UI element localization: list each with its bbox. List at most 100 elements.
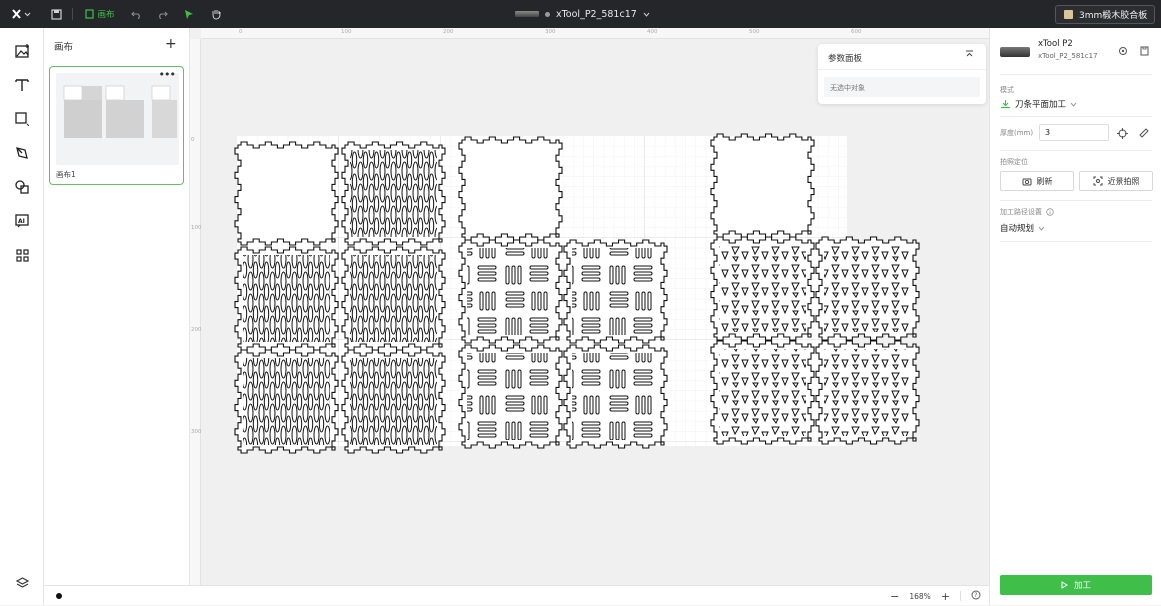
ai-tool[interactable]: AI xyxy=(12,211,32,231)
zoom-value[interactable]: 168% xyxy=(909,592,930,601)
canvas-tab[interactable]: 画布 xyxy=(80,0,120,28)
shape-tool[interactable] xyxy=(12,109,32,129)
page-card[interactable]: ••• 画布1 xyxy=(49,66,184,185)
tile-pattern xyxy=(243,255,330,342)
document-title-dropdown[interactable]: xTool_P2_581c17 xyxy=(515,0,650,28)
params-panel-title: 参数面板 xyxy=(828,54,863,64)
panel-divider xyxy=(1000,116,1152,117)
design-canvas[interactable] xyxy=(190,28,989,585)
xtool-logo-menu[interactable] xyxy=(8,0,36,28)
ruler-tick: 100 xyxy=(191,225,202,231)
document-title: xTool_P2_581c17 xyxy=(556,8,637,20)
closeup-label: 近景拍照 xyxy=(1107,176,1140,186)
puzzle-tile[interactable] xyxy=(458,136,563,241)
pages-panel: 画布 + ••• 画布1 xyxy=(44,28,190,605)
path-dropdown[interactable]: 自动规划 xyxy=(1000,222,1045,234)
collapse-params-button[interactable] xyxy=(965,50,974,62)
zoom-out-button[interactable]: − xyxy=(890,590,899,603)
params-empty-state: 无选中对象 xyxy=(824,77,980,97)
tile-pattern xyxy=(719,245,806,332)
layers-icon xyxy=(15,577,29,588)
tile-pattern xyxy=(824,245,911,332)
square-icon xyxy=(15,112,29,126)
page-name: 画布1 xyxy=(56,170,76,179)
process-button[interactable]: 加工 xyxy=(1000,575,1152,595)
ruler-left: 0 100 200 300 xyxy=(190,39,202,585)
add-page-button[interactable]: + xyxy=(165,36,177,52)
layers-button[interactable] xyxy=(12,573,32,593)
material-label: 3mm椴木胶合板 xyxy=(1079,11,1148,21)
ruler-tick: 300 xyxy=(191,429,202,435)
text-icon xyxy=(15,79,29,91)
top-bar: 画布 xTool_P2_581c17 3mm椴木胶合板 xyxy=(0,0,1161,28)
collapse-up-icon xyxy=(966,50,973,57)
image-tool[interactable] xyxy=(12,41,32,61)
xtool-logo-icon xyxy=(12,9,31,19)
device-thumbnail xyxy=(515,11,539,17)
save-icon[interactable] xyxy=(48,0,64,28)
tile-pattern xyxy=(350,358,437,445)
text-tool[interactable] xyxy=(12,75,32,95)
puzzle-tile[interactable] xyxy=(234,141,339,246)
focus-icon xyxy=(1093,176,1102,186)
apps-tool[interactable] xyxy=(12,245,32,265)
pages-panel-title: 画布 xyxy=(54,42,74,53)
zoom-in-button[interactable]: + xyxy=(941,590,950,603)
ruler-button[interactable] xyxy=(1138,127,1150,139)
element-tool[interactable] xyxy=(12,177,32,197)
zoom-control: − 168% + ? xyxy=(890,586,981,606)
closeup-photo-button[interactable]: 近景拍照 xyxy=(1079,171,1153,191)
chevron-down-icon xyxy=(643,12,650,17)
canvas-tab-label: 画布 xyxy=(97,10,115,20)
ruler-tick: 200 xyxy=(191,327,202,333)
canvas-workspace[interactable] xyxy=(190,28,989,585)
pen-icon xyxy=(16,147,28,159)
thickness-input[interactable]: 3 xyxy=(1039,124,1109,141)
info-icon[interactable] xyxy=(1046,208,1054,216)
panel-divider xyxy=(1000,200,1152,201)
ruler-icon xyxy=(1139,128,1149,138)
tile-pattern xyxy=(467,248,554,335)
path-settings-label: 加工路径设置 xyxy=(1000,208,1042,216)
material-swatch xyxy=(1064,10,1073,19)
cursor-icon[interactable] xyxy=(181,0,197,28)
ai-icon: AI xyxy=(15,214,29,228)
page-thumbnail xyxy=(56,73,179,165)
device-id: xTool_P2_581c17 xyxy=(1038,52,1098,60)
document-icon xyxy=(85,9,95,19)
tile-pattern xyxy=(350,255,437,342)
crosshair-icon xyxy=(1116,127,1128,139)
camera-icon xyxy=(1022,178,1031,185)
bottom-divider xyxy=(960,591,961,601)
redo-icon[interactable] xyxy=(154,0,170,28)
tile-pattern xyxy=(572,353,659,440)
chevron-down-icon xyxy=(1070,102,1077,107)
device-settings-button[interactable] xyxy=(1117,45,1129,57)
document-icon xyxy=(1140,46,1148,56)
connection-status-dot xyxy=(545,11,550,17)
pen-tool[interactable] xyxy=(12,143,32,163)
status-indicator xyxy=(56,593,62,599)
panel-divider xyxy=(1000,241,1152,242)
ruler-top: 0 100 200 300 400 500 600 xyxy=(201,28,989,39)
page-more-menu[interactable]: ••• xyxy=(159,68,176,81)
path-settings-label-row: 加工路径设置 xyxy=(1000,207,1054,217)
process-label: 加工 xyxy=(1073,581,1091,591)
mode-value: 刀条平面加工 xyxy=(1015,100,1067,110)
ruler-tick: 0 xyxy=(191,137,195,143)
ruler-tick: 500 xyxy=(749,29,760,35)
help-button[interactable]: ? xyxy=(971,590,981,602)
hand-icon[interactable] xyxy=(207,0,225,28)
refresh-button[interactable]: 刷新 xyxy=(1000,171,1074,191)
mode-dropdown[interactable]: 刀条平面加工 xyxy=(1000,98,1077,110)
measure-button[interactable] xyxy=(1116,127,1128,139)
refresh-label: 刷新 xyxy=(1036,176,1053,186)
path-value: 自动规划 xyxy=(1000,224,1035,234)
undo-icon[interactable] xyxy=(128,0,144,28)
device-info-button[interactable] xyxy=(1138,45,1150,57)
material-selector[interactable]: 3mm椴木胶合板 xyxy=(1055,5,1155,24)
puzzle-tile[interactable] xyxy=(710,133,815,238)
apps-icon xyxy=(15,248,29,262)
blade-icon xyxy=(1001,100,1010,109)
chevron-down-icon xyxy=(1038,226,1045,231)
